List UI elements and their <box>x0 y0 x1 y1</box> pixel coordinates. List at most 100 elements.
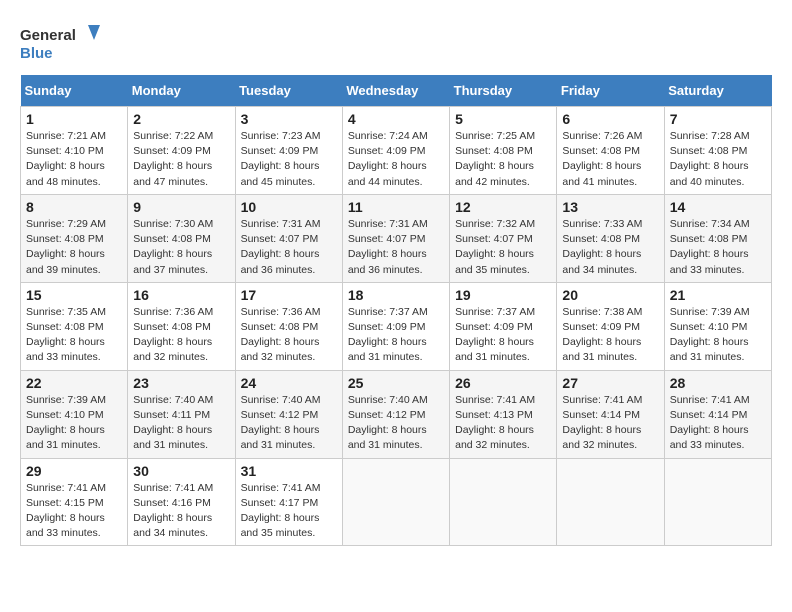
day-info: Sunrise: 7:40 AM Sunset: 4:12 PM Dayligh… <box>241 393 337 454</box>
day-info: Sunrise: 7:35 AM Sunset: 4:08 PM Dayligh… <box>26 305 122 366</box>
calendar-cell: 1 Sunrise: 7:21 AM Sunset: 4:10 PM Dayli… <box>21 107 128 195</box>
day-info: Sunrise: 7:29 AM Sunset: 4:08 PM Dayligh… <box>26 217 122 278</box>
day-info: Sunrise: 7:22 AM Sunset: 4:09 PM Dayligh… <box>133 129 229 190</box>
day-info: Sunrise: 7:23 AM Sunset: 4:09 PM Dayligh… <box>241 129 337 190</box>
calendar-cell: 24 Sunrise: 7:40 AM Sunset: 4:12 PM Dayl… <box>235 370 342 458</box>
day-info: Sunrise: 7:32 AM Sunset: 4:07 PM Dayligh… <box>455 217 551 278</box>
day-number: 2 <box>133 111 229 127</box>
day-info: Sunrise: 7:41 AM Sunset: 4:16 PM Dayligh… <box>133 481 229 542</box>
calendar-cell: 17 Sunrise: 7:36 AM Sunset: 4:08 PM Dayl… <box>235 282 342 370</box>
calendar-cell: 16 Sunrise: 7:36 AM Sunset: 4:08 PM Dayl… <box>128 282 235 370</box>
calendar-cell <box>342 458 449 546</box>
day-info: Sunrise: 7:39 AM Sunset: 4:10 PM Dayligh… <box>26 393 122 454</box>
day-number: 5 <box>455 111 551 127</box>
header-row: SundayMondayTuesdayWednesdayThursdayFrid… <box>21 75 772 107</box>
calendar-cell: 21 Sunrise: 7:39 AM Sunset: 4:10 PM Dayl… <box>664 282 771 370</box>
calendar-row: 29 Sunrise: 7:41 AM Sunset: 4:15 PM Dayl… <box>21 458 772 546</box>
calendar-cell: 4 Sunrise: 7:24 AM Sunset: 4:09 PM Dayli… <box>342 107 449 195</box>
day-number: 29 <box>26 463 122 479</box>
day-number: 23 <box>133 375 229 391</box>
day-number: 25 <box>348 375 444 391</box>
day-number: 30 <box>133 463 229 479</box>
page-header: General Blue <box>20 20 772 65</box>
calendar-cell: 29 Sunrise: 7:41 AM Sunset: 4:15 PM Dayl… <box>21 458 128 546</box>
calendar-cell <box>450 458 557 546</box>
day-info: Sunrise: 7:25 AM Sunset: 4:08 PM Dayligh… <box>455 129 551 190</box>
day-number: 21 <box>670 287 766 303</box>
day-number: 11 <box>348 199 444 215</box>
day-number: 28 <box>670 375 766 391</box>
day-number: 6 <box>562 111 658 127</box>
calendar-row: 8 Sunrise: 7:29 AM Sunset: 4:08 PM Dayli… <box>21 194 772 282</box>
calendar-cell: 6 Sunrise: 7:26 AM Sunset: 4:08 PM Dayli… <box>557 107 664 195</box>
day-number: 24 <box>241 375 337 391</box>
calendar-cell: 12 Sunrise: 7:32 AM Sunset: 4:07 PM Dayl… <box>450 194 557 282</box>
day-info: Sunrise: 7:33 AM Sunset: 4:08 PM Dayligh… <box>562 217 658 278</box>
calendar-cell: 28 Sunrise: 7:41 AM Sunset: 4:14 PM Dayl… <box>664 370 771 458</box>
day-info: Sunrise: 7:31 AM Sunset: 4:07 PM Dayligh… <box>348 217 444 278</box>
calendar-cell: 14 Sunrise: 7:34 AM Sunset: 4:08 PM Dayl… <box>664 194 771 282</box>
calendar-cell: 20 Sunrise: 7:38 AM Sunset: 4:09 PM Dayl… <box>557 282 664 370</box>
calendar-cell <box>664 458 771 546</box>
day-number: 26 <box>455 375 551 391</box>
day-info: Sunrise: 7:41 AM Sunset: 4:17 PM Dayligh… <box>241 481 337 542</box>
day-info: Sunrise: 7:37 AM Sunset: 4:09 PM Dayligh… <box>455 305 551 366</box>
day-info: Sunrise: 7:41 AM Sunset: 4:14 PM Dayligh… <box>562 393 658 454</box>
day-number: 15 <box>26 287 122 303</box>
calendar-cell: 2 Sunrise: 7:22 AM Sunset: 4:09 PM Dayli… <box>128 107 235 195</box>
calendar-cell: 9 Sunrise: 7:30 AM Sunset: 4:08 PM Dayli… <box>128 194 235 282</box>
day-number: 9 <box>133 199 229 215</box>
day-number: 14 <box>670 199 766 215</box>
calendar-cell: 5 Sunrise: 7:25 AM Sunset: 4:08 PM Dayli… <box>450 107 557 195</box>
day-number: 7 <box>670 111 766 127</box>
svg-text:General: General <box>20 27 76 44</box>
calendar-cell: 31 Sunrise: 7:41 AM Sunset: 4:17 PM Dayl… <box>235 458 342 546</box>
svg-text:Blue: Blue <box>20 45 53 62</box>
calendar-cell: 19 Sunrise: 7:37 AM Sunset: 4:09 PM Dayl… <box>450 282 557 370</box>
calendar-cell: 8 Sunrise: 7:29 AM Sunset: 4:08 PM Dayli… <box>21 194 128 282</box>
day-number: 3 <box>241 111 337 127</box>
calendar-table: SundayMondayTuesdayWednesdayThursdayFrid… <box>20 75 772 546</box>
day-info: Sunrise: 7:36 AM Sunset: 4:08 PM Dayligh… <box>241 305 337 366</box>
calendar-cell: 7 Sunrise: 7:28 AM Sunset: 4:08 PM Dayli… <box>664 107 771 195</box>
logo-icon: General Blue <box>20 20 100 65</box>
day-number: 16 <box>133 287 229 303</box>
day-number: 19 <box>455 287 551 303</box>
calendar-row: 22 Sunrise: 7:39 AM Sunset: 4:10 PM Dayl… <box>21 370 772 458</box>
header-day: Friday <box>557 75 664 107</box>
day-info: Sunrise: 7:40 AM Sunset: 4:12 PM Dayligh… <box>348 393 444 454</box>
day-number: 12 <box>455 199 551 215</box>
day-info: Sunrise: 7:38 AM Sunset: 4:09 PM Dayligh… <box>562 305 658 366</box>
day-info: Sunrise: 7:26 AM Sunset: 4:08 PM Dayligh… <box>562 129 658 190</box>
header-day: Wednesday <box>342 75 449 107</box>
day-number: 31 <box>241 463 337 479</box>
day-number: 13 <box>562 199 658 215</box>
calendar-cell: 3 Sunrise: 7:23 AM Sunset: 4:09 PM Dayli… <box>235 107 342 195</box>
calendar-cell: 25 Sunrise: 7:40 AM Sunset: 4:12 PM Dayl… <box>342 370 449 458</box>
header-day: Sunday <box>21 75 128 107</box>
day-info: Sunrise: 7:24 AM Sunset: 4:09 PM Dayligh… <box>348 129 444 190</box>
calendar-cell: 23 Sunrise: 7:40 AM Sunset: 4:11 PM Dayl… <box>128 370 235 458</box>
day-info: Sunrise: 7:41 AM Sunset: 4:13 PM Dayligh… <box>455 393 551 454</box>
day-info: Sunrise: 7:41 AM Sunset: 4:14 PM Dayligh… <box>670 393 766 454</box>
header-day: Tuesday <box>235 75 342 107</box>
day-info: Sunrise: 7:40 AM Sunset: 4:11 PM Dayligh… <box>133 393 229 454</box>
day-info: Sunrise: 7:31 AM Sunset: 4:07 PM Dayligh… <box>241 217 337 278</box>
day-number: 20 <box>562 287 658 303</box>
calendar-cell <box>557 458 664 546</box>
day-number: 22 <box>26 375 122 391</box>
calendar-row: 1 Sunrise: 7:21 AM Sunset: 4:10 PM Dayli… <box>21 107 772 195</box>
calendar-cell: 11 Sunrise: 7:31 AM Sunset: 4:07 PM Dayl… <box>342 194 449 282</box>
day-number: 27 <box>562 375 658 391</box>
header-day: Thursday <box>450 75 557 107</box>
calendar-cell: 22 Sunrise: 7:39 AM Sunset: 4:10 PM Dayl… <box>21 370 128 458</box>
calendar-cell: 10 Sunrise: 7:31 AM Sunset: 4:07 PM Dayl… <box>235 194 342 282</box>
day-number: 4 <box>348 111 444 127</box>
day-number: 8 <box>26 199 122 215</box>
day-info: Sunrise: 7:30 AM Sunset: 4:08 PM Dayligh… <box>133 217 229 278</box>
calendar-cell: 18 Sunrise: 7:37 AM Sunset: 4:09 PM Dayl… <box>342 282 449 370</box>
day-info: Sunrise: 7:21 AM Sunset: 4:10 PM Dayligh… <box>26 129 122 190</box>
day-number: 18 <box>348 287 444 303</box>
calendar-row: 15 Sunrise: 7:35 AM Sunset: 4:08 PM Dayl… <box>21 282 772 370</box>
header-day: Monday <box>128 75 235 107</box>
